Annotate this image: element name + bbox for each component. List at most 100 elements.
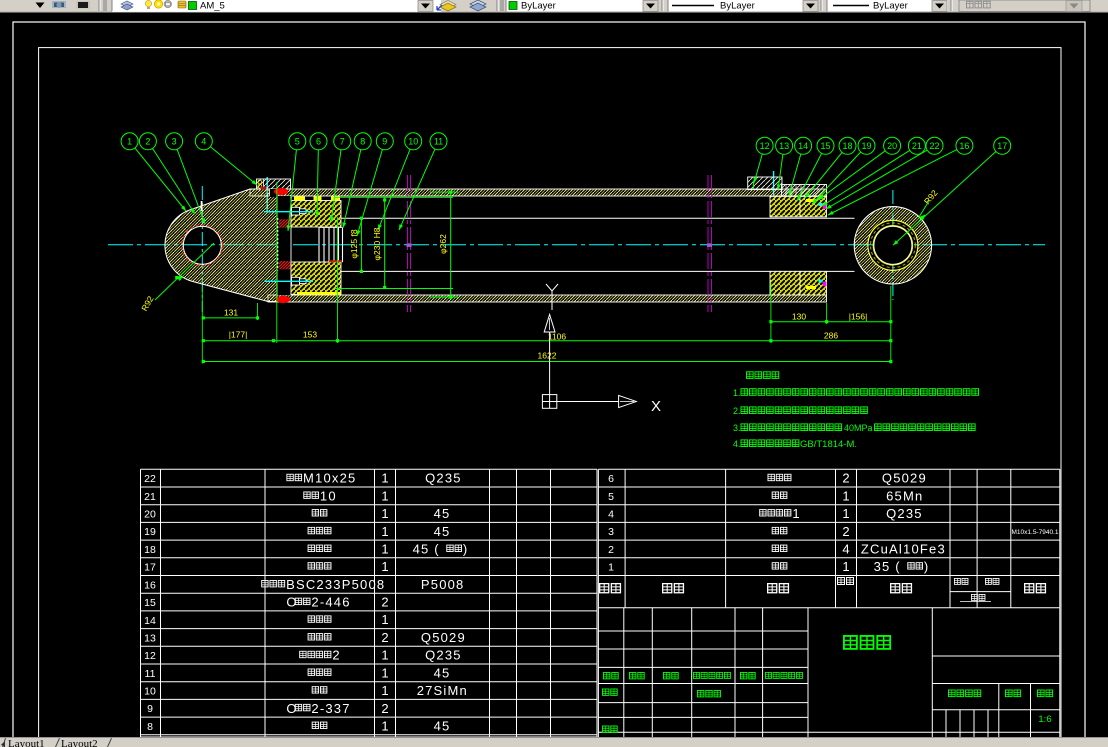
svg-text:GB/T1814-M.: GB/T1814-M. <box>800 439 857 450</box>
svg-text:13: 13 <box>779 141 789 151</box>
svg-text:18: 18 <box>144 544 156 556</box>
svg-text:6: 6 <box>316 137 321 147</box>
svg-text:2: 2 <box>381 630 388 645</box>
svg-text:45: 45 <box>434 524 451 539</box>
svg-text:4: 4 <box>842 542 849 557</box>
svg-text:): ) <box>463 542 469 557</box>
svg-text:2: 2 <box>381 701 388 716</box>
svg-text:1: 1 <box>608 562 614 574</box>
svg-text:Q235: Q235 <box>425 471 462 486</box>
svg-text:131: 131 <box>224 308 238 318</box>
svg-text:ByLayer: ByLayer <box>720 1 755 12</box>
svg-text:1: 1 <box>381 542 388 557</box>
svg-text:M10x25: M10x25 <box>303 471 356 486</box>
svg-text:3: 3 <box>172 137 177 147</box>
svg-text:12: 12 <box>144 650 156 662</box>
svg-text:5: 5 <box>608 491 614 503</box>
svg-text:2: 2 <box>145 137 150 147</box>
svg-text:45: 45 <box>434 719 451 734</box>
svg-text:9: 9 <box>147 703 153 715</box>
svg-text:8: 8 <box>147 721 153 733</box>
svg-text:35 (: 35 ( <box>874 559 901 574</box>
svg-text:ByLayer: ByLayer <box>521 1 556 12</box>
svg-text:27SiMn: 27SiMn <box>417 683 468 698</box>
svg-text:130: 130 <box>792 311 806 321</box>
svg-text:11: 11 <box>145 668 156 680</box>
svg-text:153: 153 <box>303 330 317 340</box>
svg-text:1: 1 <box>381 648 388 663</box>
svg-text:φ230 H8: φ230 H8 <box>372 227 382 260</box>
svg-text:17: 17 <box>144 562 156 574</box>
svg-text:M10x1.5-7940.1: M10x1.5-7940.1 <box>1012 529 1059 536</box>
svg-text:8: 8 <box>360 137 365 147</box>
svg-text:20: 20 <box>887 141 897 151</box>
svg-text:45: 45 <box>434 506 451 521</box>
svg-text:|156|: |156| <box>849 311 868 321</box>
svg-text:): ) <box>924 559 930 574</box>
svg-text:2: 2 <box>332 648 340 663</box>
svg-text:2-337: 2-337 <box>311 701 350 716</box>
svg-text:22: 22 <box>929 141 939 151</box>
svg-text:Q5029: Q5029 <box>882 471 927 486</box>
svg-text:2: 2 <box>608 544 614 556</box>
svg-text:19: 19 <box>144 526 156 538</box>
svg-text:ZCuAl10Fe3: ZCuAl10Fe3 <box>861 542 946 557</box>
svg-text:4: 4 <box>201 137 206 147</box>
svg-text:18: 18 <box>842 141 852 151</box>
svg-text:16: 16 <box>959 141 969 151</box>
svg-text:Q235: Q235 <box>425 648 462 663</box>
svg-text:1: 1 <box>381 524 388 539</box>
svg-text:16: 16 <box>144 579 156 591</box>
svg-text:14: 14 <box>144 615 156 627</box>
svg-text:4: 4 <box>608 509 614 521</box>
svg-text:40MPa: 40MPa <box>844 423 873 433</box>
svg-text:2.: 2. <box>733 406 741 416</box>
svg-text:1622: 1622 <box>538 351 557 361</box>
svg-text:BSC233P5008: BSC233P5008 <box>286 577 385 592</box>
svg-text:19: 19 <box>861 141 871 151</box>
svg-text:1.: 1. <box>733 388 741 398</box>
svg-text:Layout1: Layout1 <box>8 738 45 747</box>
svg-text:13: 13 <box>144 633 156 645</box>
svg-text:AM_5: AM_5 <box>200 1 225 12</box>
svg-text:1: 1 <box>381 665 388 680</box>
svg-text:ByLayer: ByLayer <box>873 1 908 12</box>
svg-text:10: 10 <box>408 137 418 147</box>
svg-text:5: 5 <box>295 137 300 147</box>
svg-text:1: 1 <box>381 506 388 521</box>
svg-text:O: O <box>286 701 297 716</box>
svg-text:14: 14 <box>798 141 808 151</box>
svg-text:15: 15 <box>144 597 156 609</box>
svg-text:X: X <box>651 398 661 415</box>
svg-text:20: 20 <box>144 509 156 521</box>
svg-text:21: 21 <box>912 141 922 151</box>
svg-text:1: 1 <box>381 683 388 698</box>
svg-text:12: 12 <box>760 141 770 151</box>
svg-text:17: 17 <box>997 141 1007 151</box>
svg-text:10: 10 <box>320 488 337 503</box>
svg-text:9: 9 <box>382 137 387 147</box>
svg-text:O: O <box>286 595 297 610</box>
svg-text:15: 15 <box>820 141 830 151</box>
svg-text:P5008: P5008 <box>421 577 465 592</box>
svg-text:286: 286 <box>824 331 838 341</box>
svg-text:1: 1 <box>381 612 388 627</box>
svg-text:Q235: Q235 <box>886 506 923 521</box>
svg-text:2: 2 <box>381 595 388 610</box>
svg-text:45 (: 45 ( <box>413 542 440 557</box>
svg-text:Q5029: Q5029 <box>421 630 466 645</box>
svg-text:3: 3 <box>608 526 614 538</box>
svg-text:6: 6 <box>608 473 614 485</box>
svg-text:Layout2: Layout2 <box>61 738 98 747</box>
svg-text:1: 1 <box>792 506 800 521</box>
svg-text:1: 1 <box>381 471 388 486</box>
svg-text:|177|: |177| <box>229 330 248 340</box>
svg-text:φ125 f8: φ125 f8 <box>349 229 359 258</box>
svg-text:1: 1 <box>381 559 388 574</box>
svg-text:1:6: 1:6 <box>1038 714 1051 725</box>
svg-text:1106: 1106 <box>548 332 567 342</box>
svg-text:3.: 3. <box>733 423 741 433</box>
svg-text:21: 21 <box>144 491 156 503</box>
svg-text:22: 22 <box>144 473 156 485</box>
svg-text:1: 1 <box>127 137 132 147</box>
